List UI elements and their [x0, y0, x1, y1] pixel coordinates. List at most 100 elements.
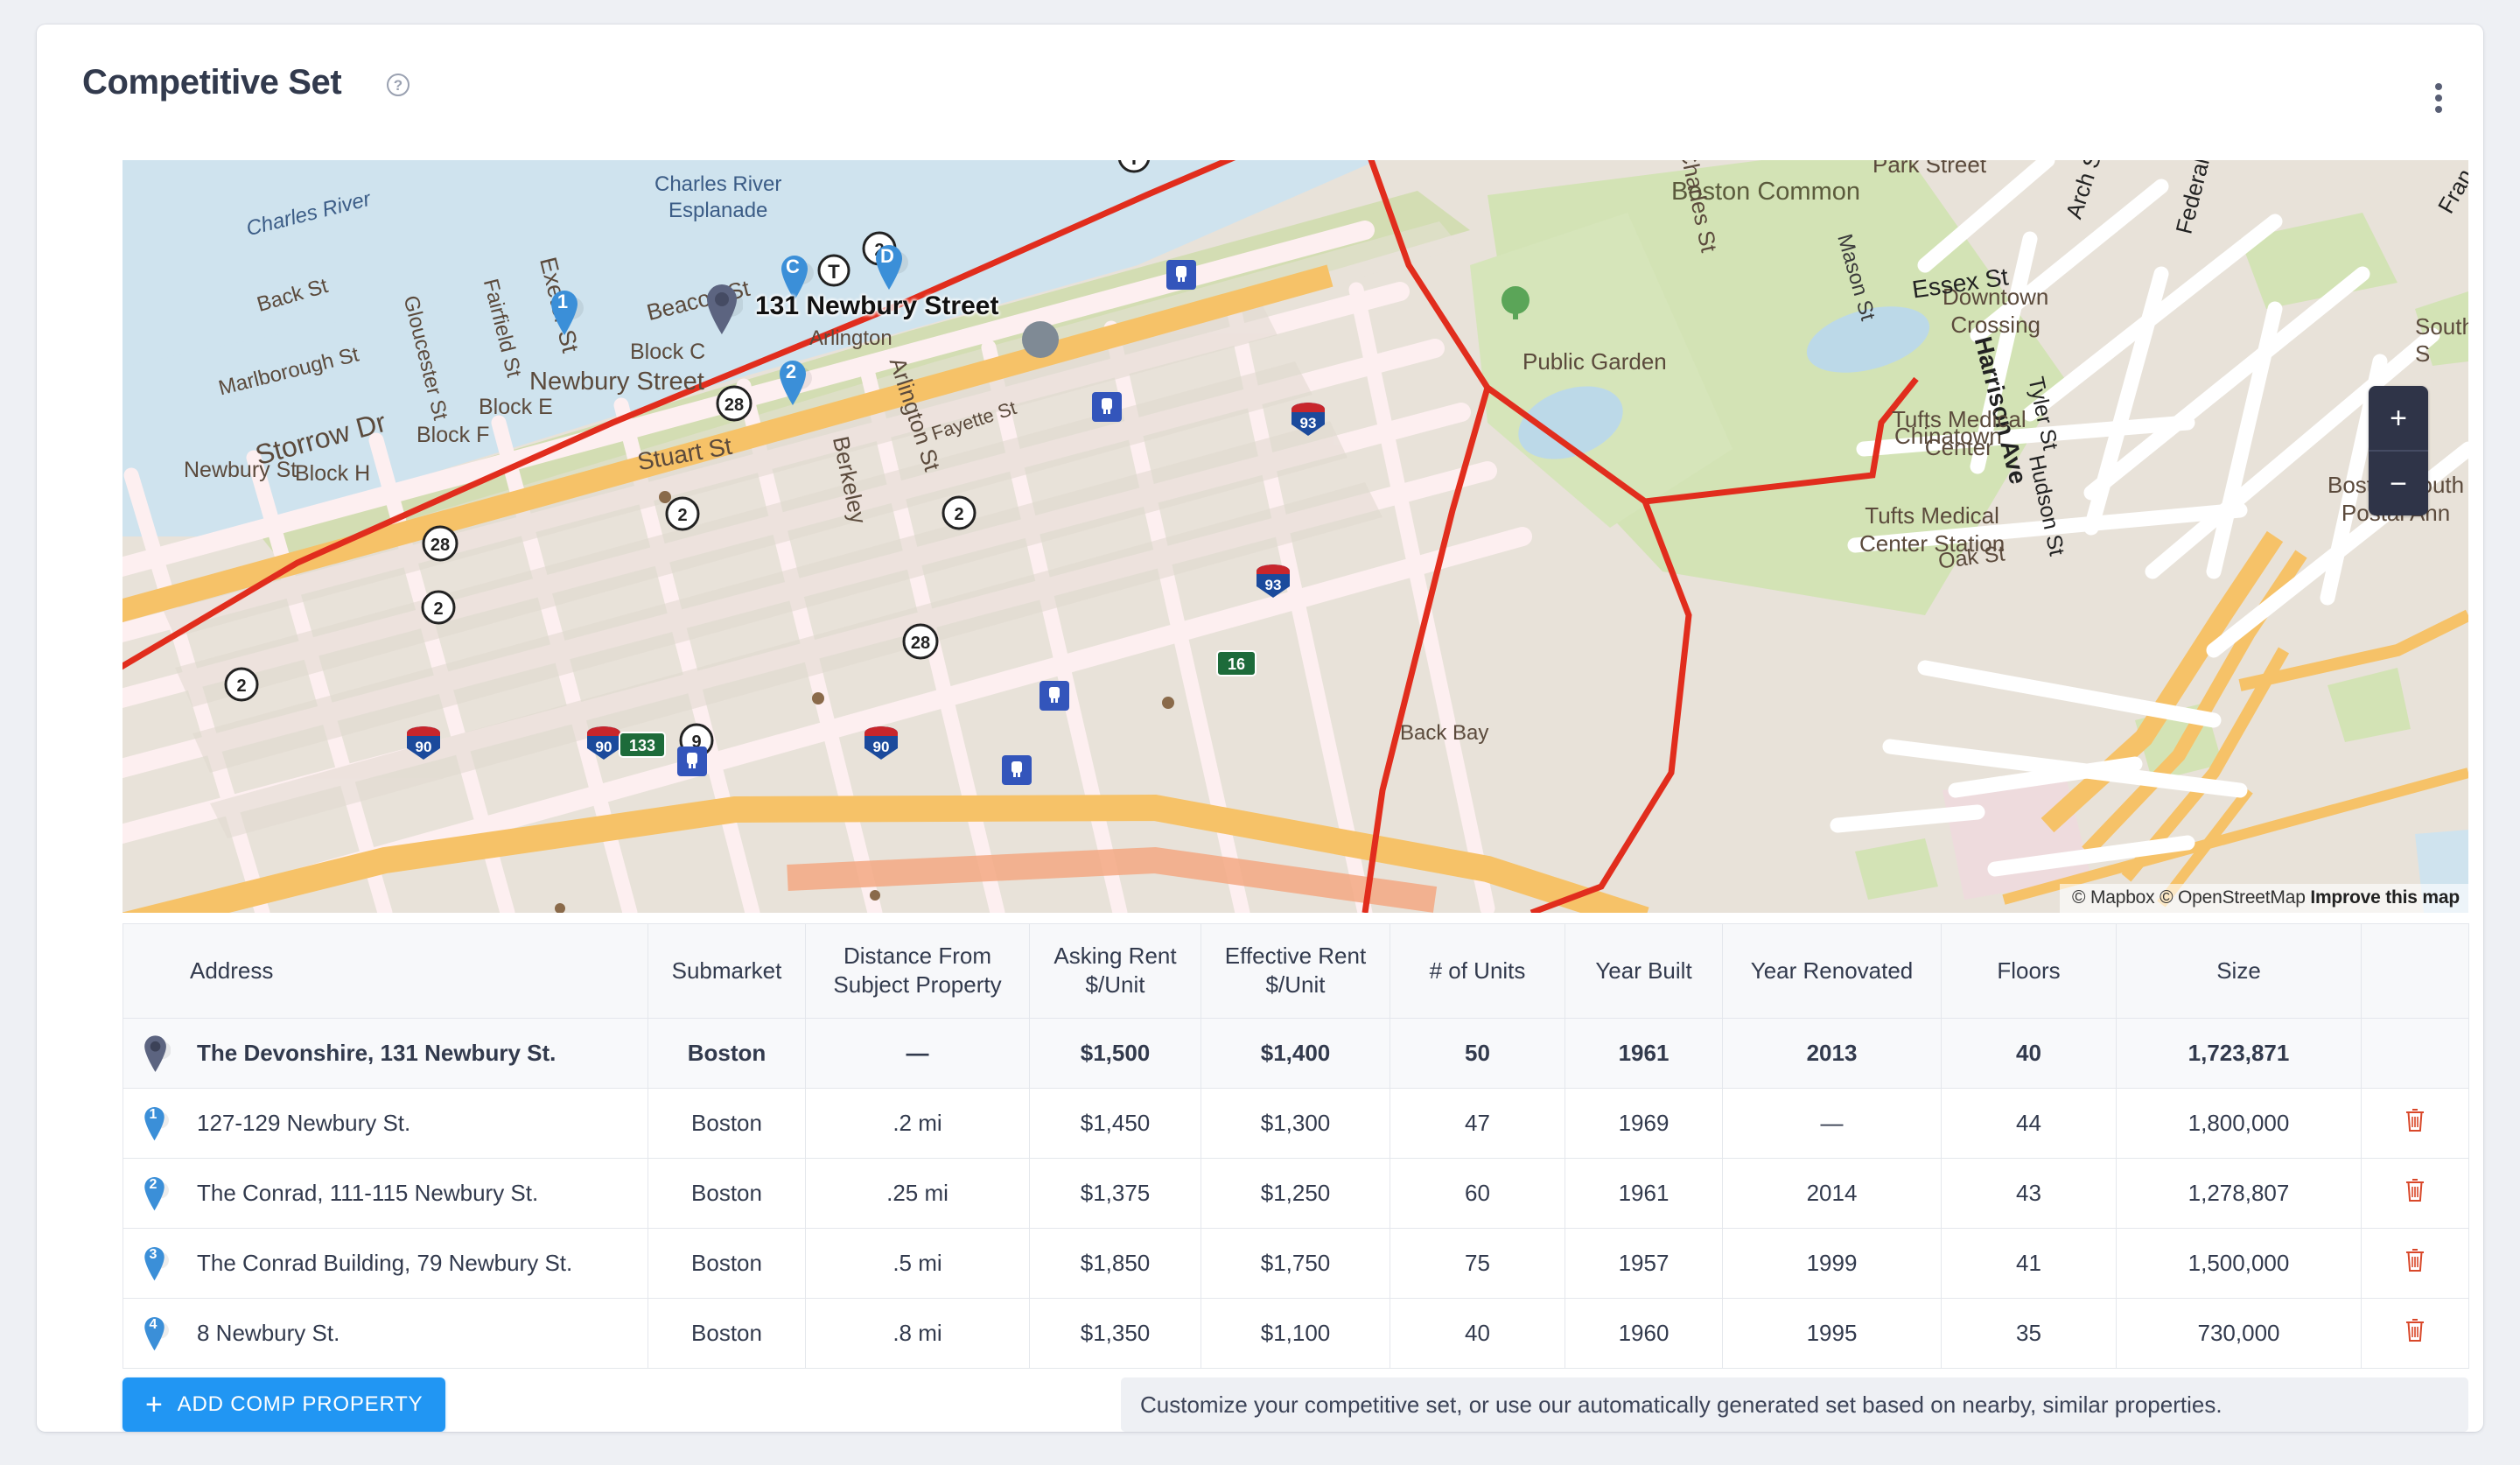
map-marker-2[interactable]: 2: [777, 357, 812, 406]
route-shield-16: 16: [1216, 650, 1256, 681]
route-shield-28: 28: [900, 621, 941, 666]
cell-address: 4 8 Newbury St.: [122, 1297, 648, 1369]
trash-icon[interactable]: [2404, 1107, 2426, 1139]
cell-actions: [2361, 1157, 2469, 1229]
cell-year-built: 1961: [1564, 1017, 1723, 1089]
cell-address-text: 127-129 Newbury St.: [197, 1109, 411, 1136]
map-label-public-garden: Public Garden: [1522, 348, 1667, 375]
interstate-shield-93: 93: [1254, 563, 1292, 604]
svg-text:90: 90: [873, 739, 890, 755]
table-row[interactable]: The Devonshire, 131 Newbury St. Boston —…: [122, 1017, 2469, 1089]
table-body: The Devonshire, 131 Newbury St. Boston —…: [122, 1017, 2469, 1369]
row-marker-1: 1: [143, 1104, 169, 1141]
cell-actions: [2361, 1087, 2469, 1159]
cell-size: 730,000: [2116, 1297, 2362, 1369]
attribution-osm[interactable]: © OpenStreetMap: [2160, 887, 2306, 908]
row-marker-4-label: 4: [149, 1317, 158, 1333]
map-feature-dot: [1022, 321, 1059, 358]
cell-year-built: 1969: [1564, 1087, 1723, 1159]
map-label-south-station: South S: [2415, 313, 2468, 367]
map-zoom-out-button[interactable]: −: [2369, 452, 2428, 515]
map-label-charles-river-esplanade: Charles River Esplanade: [654, 172, 782, 222]
col-header-distance[interactable]: Distance From Subject Property: [805, 923, 1030, 1019]
svg-text:2: 2: [954, 505, 963, 524]
cell-distance: —: [805, 1017, 1030, 1089]
map-marker-1[interactable]: 1: [549, 287, 584, 336]
map-marker-d[interactable]: D: [873, 242, 908, 291]
interstate-shield-93: 93: [1289, 401, 1327, 442]
route-shield-133: 133: [619, 732, 666, 762]
svg-text:T: T: [828, 261, 840, 283]
cell-units: 50: [1390, 1017, 1565, 1089]
plus-icon: +: [145, 1388, 164, 1421]
col-header-submarket[interactable]: Submarket: [648, 923, 806, 1019]
map-marker-c-label: C: [786, 256, 800, 277]
map-label-arlington-station: Arlington: [809, 326, 892, 350]
col-header-asking-rent[interactable]: Asking Rent $/Unit: [1029, 923, 1201, 1019]
card-header: Competitive Set ?: [37, 25, 2483, 123]
col-header-size[interactable]: Size: [2116, 923, 2362, 1019]
col-header-asking-rent-line2: $/Unit: [1085, 971, 1145, 999]
row-marker-3: 3: [143, 1244, 169, 1281]
map-label-block-h: Block H: [295, 461, 371, 486]
col-header-effective-rent[interactable]: Effective Rent $/Unit: [1200, 923, 1390, 1019]
card-footer: + ADD COMP PROPERTY Customize your compe…: [122, 1377, 2468, 1432]
trash-icon[interactable]: [2404, 1317, 2426, 1349]
cell-year-renovated: 2014: [1722, 1157, 1942, 1229]
cell-effective-rent: $1,100: [1200, 1297, 1390, 1369]
cell-distance: .5 mi: [805, 1227, 1030, 1299]
competitive-set-table: Address Submarket Distance From Subject …: [122, 923, 2469, 1369]
route-shield-2: 2: [420, 589, 457, 630]
map-marker-1-label: 1: [556, 291, 569, 312]
cell-distance: .8 mi: [805, 1297, 1030, 1369]
map-label-newbury-street: Newbury Street: [529, 368, 704, 396]
col-header-address[interactable]: Address: [122, 923, 648, 1019]
svg-text:90: 90: [596, 739, 612, 755]
competitive-set-card: Competitive Set ? 28 28 2 2 2 2 28 9 T 9…: [37, 25, 2483, 1432]
page-title: Competitive Set: [82, 63, 342, 102]
cell-floors: 35: [1941, 1297, 2117, 1369]
map-attribution: © Mapbox © OpenStreetMap Improve this ma…: [2060, 884, 2468, 913]
map-zoom-controls[interactable]: + −: [2369, 386, 2428, 515]
interstate-shield-90: 90: [862, 725, 900, 766]
col-header-effective-rent-line2: $/Unit: [1265, 971, 1326, 999]
svg-text:133: 133: [629, 737, 655, 754]
map-label-park-street: Park Street: [1872, 160, 1987, 178]
cell-size: 1,500,000: [2116, 1227, 2362, 1299]
trash-icon[interactable]: [2404, 1247, 2426, 1279]
cell-address: 1 127-129 Newbury St.: [122, 1087, 648, 1159]
cell-submarket: Boston: [648, 1227, 806, 1299]
cell-submarket: Boston: [648, 1297, 806, 1369]
question-mark-icon[interactable]: ?: [387, 74, 410, 96]
col-header-units[interactable]: # of Units: [1390, 923, 1565, 1019]
cell-floors: 41: [1941, 1227, 2117, 1299]
cell-actions: [2361, 1297, 2469, 1369]
map-marker-subject[interactable]: [704, 281, 743, 335]
cell-submarket: Boston: [648, 1087, 806, 1159]
kebab-menu-icon[interactable]: [2424, 79, 2454, 117]
table-row[interactable]: 2 The Conrad, 111-115 Newbury St. Boston…: [122, 1157, 2469, 1229]
col-header-year-renovated[interactable]: Year Renovated: [1722, 923, 1942, 1019]
attribution-improve-link[interactable]: Improve this map: [2310, 887, 2460, 908]
add-comp-property-button[interactable]: + ADD COMP PROPERTY: [122, 1377, 446, 1432]
map-container[interactable]: 2 28 28 2 2 2 2 28 9: [122, 160, 2468, 913]
table-row[interactable]: 4 8 Newbury St. Boston .8 mi $1,350 $1,1…: [122, 1297, 2469, 1369]
svg-text:2: 2: [433, 599, 443, 619]
rail-station-icon: [1040, 681, 1069, 715]
table-row[interactable]: 1 127-129 Newbury St. Boston .2 mi $1,45…: [122, 1087, 2469, 1159]
map-zoom-in-button[interactable]: +: [2369, 386, 2428, 450]
rail-station-icon: [1002, 755, 1032, 789]
cell-address-text: 8 Newbury St.: [197, 1319, 340, 1346]
map-marker-d-label: D: [880, 245, 894, 267]
col-header-year-built[interactable]: Year Built: [1564, 923, 1723, 1019]
col-header-floors[interactable]: Floors: [1941, 923, 2117, 1019]
attribution-mapbox[interactable]: © Mapbox: [2072, 887, 2155, 908]
cell-asking-rent: $1,850: [1029, 1227, 1201, 1299]
trash-icon[interactable]: [2404, 1177, 2426, 1209]
cell-size: 1,800,000: [2116, 1087, 2362, 1159]
map-label-tufts-medical-center-station: Tufts Medical Center Station: [1859, 502, 2006, 557]
table-header: Address Submarket Distance From Subject …: [122, 923, 2469, 1019]
cell-effective-rent: $1,300: [1200, 1087, 1390, 1159]
cell-units: 40: [1390, 1297, 1565, 1369]
table-row[interactable]: 3 The Conrad Building, 79 Newbury St. Bo…: [122, 1227, 2469, 1299]
